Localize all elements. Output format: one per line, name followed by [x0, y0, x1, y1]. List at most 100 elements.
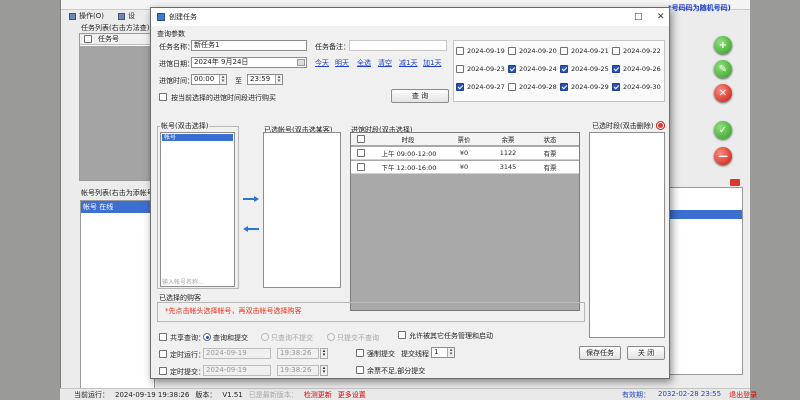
time-to-spinner[interactable]: ▴ ▾	[275, 75, 282, 84]
date-option[interactable]: 2024-09-28	[508, 83, 557, 91]
date-checkbox[interactable]	[612, 47, 620, 55]
date-checkbox[interactable]	[508, 83, 516, 91]
allow-other-checkbox[interactable]	[398, 331, 406, 339]
menu-settings[interactable]: 设	[117, 11, 135, 21]
date-option[interactable]: 2024-09-26	[612, 65, 661, 73]
link-clear[interactable]: 清空	[378, 58, 392, 68]
task-note-input[interactable]	[349, 40, 447, 51]
submit-threads-spinner[interactable]: ▴ ▾	[447, 348, 454, 357]
calendar-dropdown-icon[interactable]	[297, 59, 305, 66]
date-option[interactable]: 2024-09-23	[456, 65, 505, 73]
account-list-item[interactable]: 帐号 在线	[81, 201, 154, 213]
schedule-submit-date[interactable]: 2024-09-19	[203, 365, 271, 376]
date-option[interactable]: 2024-09-21	[560, 47, 609, 55]
date-option[interactable]: 2024-09-19	[456, 47, 505, 55]
visit-date-picker[interactable]: 2024年 9月24日	[191, 57, 307, 68]
link-tomorrow[interactable]: 明天	[335, 58, 349, 68]
add-button[interactable]: +	[714, 36, 732, 54]
date-checkbox[interactable]	[508, 47, 516, 55]
clear-slots-icon[interactable]	[657, 122, 664, 129]
share-option-radio-submit-only[interactable]	[327, 333, 335, 341]
force-submit-checkbox[interactable]	[356, 349, 364, 357]
link-today[interactable]: 今天	[315, 58, 329, 68]
log-grid[interactable]	[665, 187, 743, 375]
schedule-submit-time[interactable]: 19:38:26	[277, 365, 319, 376]
slot-row-checkbox[interactable]	[357, 149, 365, 157]
date-option[interactable]: 2024-09-30	[612, 83, 661, 91]
minimize-icon[interactable]: □	[634, 12, 643, 22]
slot-table[interactable]: 时段 票价 余票 状态 上午 09:00-12:00 ¥0 1122 有票 下午…	[350, 132, 580, 311]
visit-date-value: 2024年 9月24日	[194, 58, 249, 66]
last-run-label: 当前运行：	[74, 390, 109, 399]
slot-row-checkbox[interactable]	[357, 163, 365, 171]
schedule-run-checkbox[interactable]	[159, 350, 167, 358]
link-plus-day[interactable]: 加1天	[423, 58, 441, 68]
date-checkbox[interactable]	[508, 65, 516, 73]
date-option[interactable]: 2024-09-24	[508, 65, 557, 73]
share-query-checkbox[interactable]	[159, 333, 167, 341]
more-settings-link[interactable]: 更多设置	[338, 390, 366, 400]
partial-purchase-checkbox[interactable]	[356, 366, 364, 374]
date-checkbox[interactable]	[612, 65, 620, 73]
log-grid-selected-row	[666, 210, 742, 219]
time-from-spinner[interactable]: ▴ ▾	[219, 75, 226, 84]
link-minus-day[interactable]: 减1天	[399, 58, 417, 68]
slot-row[interactable]: 下午 12:00-16:00 ¥0 3145 有票	[351, 161, 579, 174]
date-option[interactable]: 2024-09-20	[508, 47, 557, 55]
date-option[interactable]: 2024-09-27	[456, 83, 505, 91]
task-name-input[interactable]: 新任务1	[191, 40, 307, 51]
save-task-button[interactable]: 保存任务	[579, 346, 621, 360]
task-grid-select-all[interactable]	[84, 35, 92, 43]
date-checkbox[interactable]	[456, 65, 464, 73]
check-update-link[interactable]: 检测更新	[304, 390, 332, 400]
account-list[interactable]: 帐号 在线	[80, 200, 155, 390]
task-grid-body	[80, 46, 150, 180]
only-selected-checkbox[interactable]	[159, 93, 167, 101]
submit-threads-input[interactable]: 1 ▴ ▾	[431, 347, 455, 358]
account-list-selected-item[interactable]: 帐号	[162, 134, 233, 141]
task-grid[interactable]: 任务号	[79, 33, 151, 181]
time-to-input[interactable]: 23:59 ▴ ▾	[247, 74, 283, 85]
query-button[interactable]: 查 询	[391, 89, 449, 103]
schedule-run-date[interactable]: 2024-09-19	[203, 348, 271, 359]
share-option-radio-query-only[interactable]	[261, 333, 269, 341]
account-listbox[interactable]: 帐号	[160, 132, 235, 287]
date-label: 2024-09-23	[467, 65, 505, 73]
slot-select-all-checkbox[interactable]	[357, 135, 365, 143]
delete-button[interactable]: ✕	[714, 84, 732, 102]
selected-accounts-listbox[interactable]	[263, 132, 341, 288]
selected-slots-listbox[interactable]	[589, 132, 665, 338]
slot-table-header: 时段 票价 余票 状态	[351, 133, 579, 146]
share-option-radio-query-submit[interactable]	[203, 333, 211, 341]
date-checkbox[interactable]	[456, 83, 464, 91]
date-option[interactable]: 2024-09-25	[560, 65, 609, 73]
stop-button[interactable]: —	[714, 147, 732, 165]
date-checkbox[interactable]	[560, 65, 568, 73]
account-group-title: 帐号(双击选择)	[160, 121, 210, 131]
arrow-right-icon[interactable]	[243, 196, 259, 202]
close-button[interactable]: 关 闭	[627, 346, 665, 360]
date-checkbox[interactable]	[612, 83, 620, 91]
schedule-run-spinner[interactable]: ▴ ▾	[320, 348, 328, 359]
logout-link[interactable]: 退出登录	[729, 390, 757, 400]
date-checkbox[interactable]	[456, 47, 464, 55]
account-search-input[interactable]: 输入帐号名称...	[162, 277, 204, 286]
close-icon[interactable]: ✕	[657, 12, 665, 22]
time-from-input[interactable]: 00:00 ▴ ▾	[191, 74, 227, 85]
clear-icon[interactable]	[730, 179, 740, 186]
edit-button[interactable]: ✎	[714, 60, 732, 78]
date-checkbox[interactable]	[560, 47, 568, 55]
date-label: 2024-09-20	[519, 47, 557, 55]
menu-operate[interactable]: 操作(O)	[69, 11, 104, 21]
arrow-left-icon[interactable]	[243, 226, 259, 232]
date-option[interactable]: 2024-09-22	[612, 47, 661, 55]
schedule-submit-spinner[interactable]: ▴ ▾	[320, 365, 328, 376]
schedule-submit-checkbox[interactable]	[159, 367, 167, 375]
date-checkbox[interactable]	[560, 83, 568, 91]
start-button[interactable]: ✓	[714, 121, 732, 139]
schedule-run-time[interactable]: 19:38:26	[277, 348, 319, 359]
date-option[interactable]: 2024-09-29	[560, 83, 609, 91]
visit-date-label: 进馆日期：	[159, 60, 194, 68]
slot-row[interactable]: 上午 09:00-12:00 ¥0 1122 有票	[351, 147, 579, 160]
link-select-all[interactable]: 全选	[357, 58, 371, 68]
